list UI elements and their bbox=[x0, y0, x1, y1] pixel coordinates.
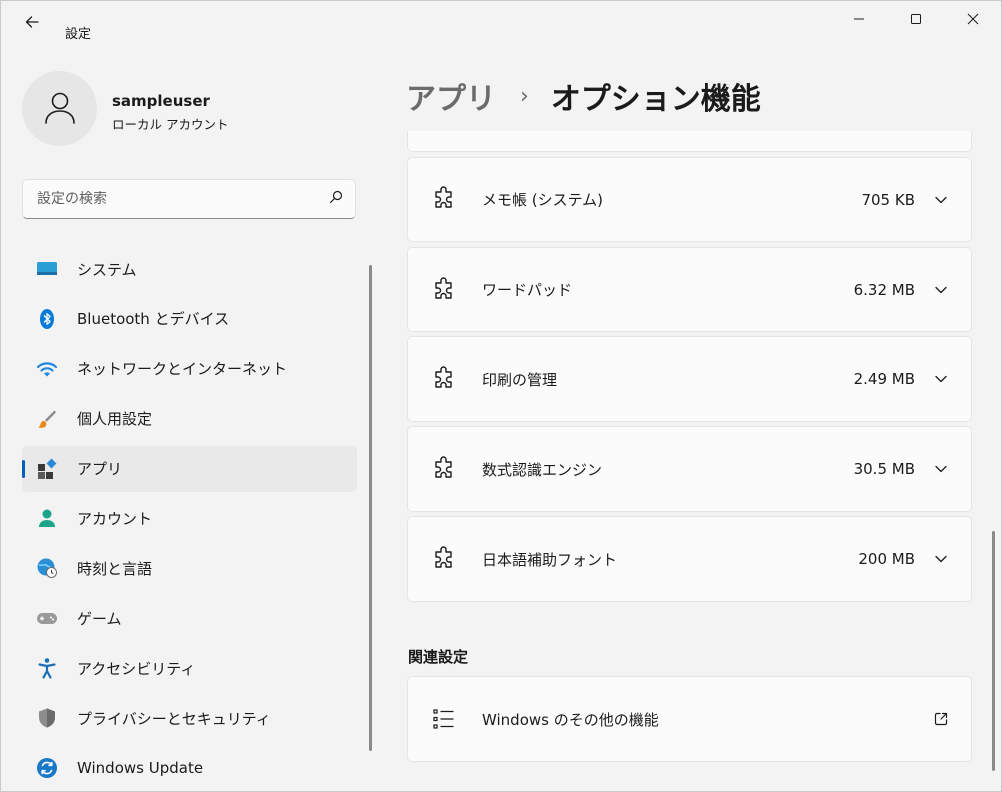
sidebar-item-label: 時刻と言語 bbox=[77, 559, 153, 578]
sidebar-item-label: Bluetooth とデバイス bbox=[77, 310, 230, 329]
main-scrollbar[interactable] bbox=[992, 531, 995, 771]
minimize-icon bbox=[853, 13, 865, 29]
sidebar-item-label: ネットワークとインターネット bbox=[77, 360, 288, 379]
sidebar-item-bluetooth[interactable]: Bluetooth とデバイス bbox=[22, 296, 357, 342]
shield-icon bbox=[36, 707, 58, 729]
gamepad-icon bbox=[36, 607, 58, 629]
feature-name: 数式認識エンジン bbox=[482, 460, 603, 479]
related-setting-label: Windows のその他の機能 bbox=[482, 710, 659, 729]
system-display-icon bbox=[36, 258, 58, 280]
sidebar-item-accessibility[interactable]: アクセシビリティ bbox=[22, 645, 357, 691]
puzzle-icon bbox=[430, 545, 458, 573]
bluetooth-icon bbox=[36, 308, 58, 330]
feature-card[interactable]: メモ帳 (システム) 705 KB bbox=[407, 157, 972, 242]
feature-size: 200 MB bbox=[858, 550, 915, 568]
chevron-down-icon[interactable] bbox=[931, 459, 951, 479]
list-icon bbox=[430, 705, 458, 733]
feature-name: メモ帳 (システム) bbox=[482, 191, 604, 209]
globe-clock-icon bbox=[36, 557, 58, 579]
search-input[interactable] bbox=[37, 191, 329, 207]
sidebar-item-label: アプリ bbox=[77, 460, 123, 479]
feature-name: 日本語補助フォント bbox=[482, 550, 618, 569]
feature-card[interactable]: 印刷の管理 2.49 MB bbox=[407, 336, 972, 422]
sidebar-item-windows-update[interactable]: Windows Update bbox=[22, 745, 357, 791]
sidebar-scrollbar[interactable] bbox=[369, 265, 372, 751]
minimize-button[interactable] bbox=[830, 1, 888, 41]
person-icon bbox=[42, 89, 78, 129]
chevron-down-icon[interactable] bbox=[931, 549, 951, 569]
sidebar-item-label: Windows Update bbox=[77, 758, 204, 777]
breadcrumb: アプリ › オプション機能 bbox=[406, 71, 761, 121]
account-type: ローカル アカウント bbox=[112, 117, 229, 132]
account-icon bbox=[36, 507, 58, 529]
chevron-right-icon: › bbox=[520, 83, 529, 109]
search-icon[interactable] bbox=[329, 190, 343, 208]
maximize-icon bbox=[910, 13, 922, 29]
sidebar-item-personalization[interactable]: 個人用設定 bbox=[22, 396, 357, 442]
page-title: オプション機能 bbox=[550, 82, 761, 117]
apps-icon bbox=[36, 458, 58, 480]
sidebar-item-time-language[interactable]: 時刻と言語 bbox=[22, 545, 357, 591]
sidebar-item-apps[interactable]: アプリ bbox=[22, 445, 357, 492]
sidebar-item-label: 個人用設定 bbox=[77, 410, 153, 429]
puzzle-icon bbox=[430, 276, 458, 304]
sidebar-item-label: アクセシビリティ bbox=[77, 659, 196, 678]
open-external-icon[interactable] bbox=[931, 709, 951, 729]
puzzle-icon bbox=[430, 365, 458, 393]
sidebar-item-network[interactable]: ネットワークとインターネット bbox=[22, 346, 357, 392]
feature-card[interactable]: 数式認識エンジン 30.5 MB bbox=[407, 426, 972, 512]
update-icon bbox=[36, 757, 58, 779]
sidebar-item-gaming[interactable]: ゲーム bbox=[22, 595, 357, 641]
settings-window: 設定 sampleuser ローカル アカウント 設定の検索 システム Blue… bbox=[0, 0, 1002, 792]
sidebar-item-label: アカウント bbox=[77, 509, 153, 528]
sidebar-item-label: プライバシーとセキュリティ bbox=[77, 709, 271, 728]
sidebar-item-accounts[interactable]: アカウント bbox=[22, 495, 357, 541]
accessibility-icon bbox=[36, 657, 58, 679]
chevron-down-icon[interactable] bbox=[931, 190, 951, 210]
user-name: sampleuser bbox=[112, 92, 210, 110]
puzzle-icon bbox=[430, 185, 458, 213]
close-button[interactable] bbox=[944, 1, 1001, 41]
feature-name: 印刷の管理 bbox=[482, 370, 558, 389]
features-list: メモ帳 (システム) 705 KB ワードパッド 6.32 MB 印刷の管理 2… bbox=[406, 131, 974, 791]
feature-name: ワードパッド bbox=[482, 281, 573, 299]
close-icon bbox=[967, 13, 979, 29]
brush-icon bbox=[36, 408, 58, 430]
avatar[interactable] bbox=[22, 71, 97, 146]
related-setting-card[interactable]: Windows のその他の機能 bbox=[407, 676, 972, 762]
title-bar: 設定 bbox=[1, 1, 1001, 43]
sidebar-item-system[interactable]: システム bbox=[22, 246, 357, 292]
sidebar-nav: システム Bluetooth とデバイス ネットワークとインターネット 個人用設… bbox=[22, 246, 357, 791]
sidebar-item-label: ゲーム bbox=[77, 609, 122, 628]
wifi-icon bbox=[36, 358, 58, 380]
back-arrow-icon bbox=[24, 14, 40, 34]
back-button[interactable] bbox=[15, 7, 49, 41]
sidebar-item-privacy[interactable]: プライバシーとセキュリティ bbox=[22, 695, 357, 741]
feature-size: 2.49 MB bbox=[853, 370, 915, 388]
feature-size: 6.32 MB bbox=[853, 280, 915, 299]
related-settings-heading: 関連設定 bbox=[408, 648, 469, 666]
puzzle-icon bbox=[430, 455, 458, 483]
feature-card[interactable]: ワードパッド 6.32 MB bbox=[407, 247, 972, 332]
maximize-button[interactable] bbox=[887, 1, 945, 41]
chevron-down-icon[interactable] bbox=[931, 280, 951, 300]
chevron-down-icon[interactable] bbox=[931, 369, 951, 389]
feature-card-partial[interactable] bbox=[407, 131, 972, 152]
feature-size: 30.5 MB bbox=[853, 460, 915, 478]
feature-size: 705 KB bbox=[861, 190, 915, 209]
sidebar-item-label: システム bbox=[77, 260, 137, 279]
search-box[interactable] bbox=[22, 179, 356, 219]
breadcrumb-parent[interactable]: アプリ bbox=[406, 74, 496, 118]
feature-card[interactable]: 日本語補助フォント 200 MB bbox=[407, 516, 972, 602]
app-title: 設定 bbox=[65, 27, 92, 42]
